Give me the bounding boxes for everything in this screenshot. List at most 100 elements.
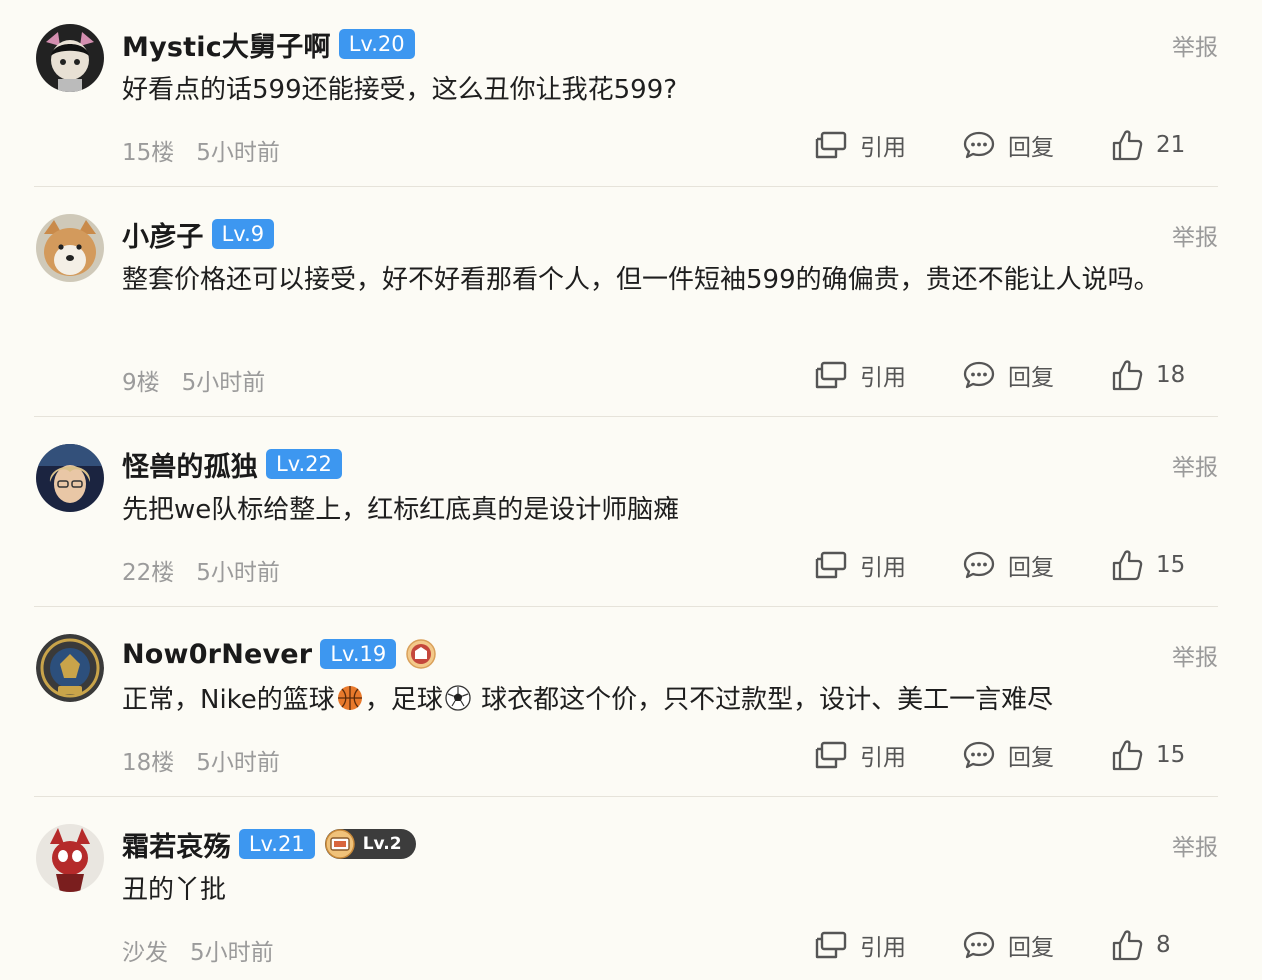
quote-button[interactable]: 引用 xyxy=(814,548,962,582)
quote-button[interactable]: 引用 xyxy=(814,128,962,162)
comment-actions: 引用 回复 18 xyxy=(814,358,1185,392)
avatar[interactable] xyxy=(36,214,104,282)
comment-actions: 引用 回复 8 xyxy=(814,928,1171,962)
quote-icon xyxy=(814,360,848,390)
floor-number: 沙发 xyxy=(122,940,168,966)
quote-button[interactable]: 引用 xyxy=(814,928,962,962)
comment-item: 霜若哀殇 Lv.21 Lv.2 举报 丑的丫批 沙发 5小时前 引用 回复 8 xyxy=(34,800,1218,980)
username[interactable]: Now0rNever xyxy=(122,639,312,670)
like-count: 15 xyxy=(1156,552,1186,578)
timestamp: 5小时前 xyxy=(196,140,280,166)
like-button[interactable]: 21 xyxy=(1110,128,1185,162)
reply-button[interactable]: 回复 xyxy=(962,928,1110,962)
reply-label: 回复 xyxy=(1008,135,1054,161)
report-button[interactable]: 举报 xyxy=(1172,638,1218,672)
like-count: 15 xyxy=(1156,742,1186,768)
quote-button[interactable]: 引用 xyxy=(814,738,962,772)
comment-text: 整套价格还可以接受，好不好看那看个人，但一件短袖599的确偏贵，贵还不能让人说吗… xyxy=(122,265,1160,295)
quote-icon xyxy=(814,550,848,580)
comment-text-part: ，足球 xyxy=(364,685,443,715)
like-count: 21 xyxy=(1156,132,1186,158)
like-button[interactable]: 15 xyxy=(1110,738,1185,772)
timestamp: 5小时前 xyxy=(196,750,280,776)
floor-number: 22楼 xyxy=(122,560,175,586)
floor-number: 15楼 xyxy=(122,140,175,166)
comment-text: 正常，Nike的篮球 ，足球 球衣都这个价，只不过款型，设计、美工一言难尽 xyxy=(122,680,1188,721)
quote-label: 引用 xyxy=(860,555,906,581)
timestamp: 5小时前 xyxy=(181,370,266,396)
quote-label: 引用 xyxy=(860,935,906,961)
avatar[interactable] xyxy=(36,444,104,512)
like-button[interactable]: 18 xyxy=(1110,358,1185,392)
quote-label: 引用 xyxy=(860,745,906,771)
like-count: 18 xyxy=(1156,362,1186,388)
report-button[interactable]: 举报 xyxy=(1172,828,1218,862)
reply-button[interactable]: 回复 xyxy=(962,548,1110,582)
username[interactable]: 霜若哀殇 xyxy=(122,825,231,864)
comment-bubble-icon xyxy=(962,740,996,770)
comment-header: 怪兽的孤独 Lv.22 xyxy=(122,444,342,484)
reply-button[interactable]: 回复 xyxy=(962,738,1110,772)
report-button[interactable]: 举报 xyxy=(1172,218,1218,252)
avatar[interactable] xyxy=(36,824,104,892)
comment-meta: 18楼 5小时前 xyxy=(122,743,280,777)
reply-button[interactable]: 回复 xyxy=(962,128,1110,162)
like-button[interactable]: 8 xyxy=(1110,928,1171,962)
comment-header: Now0rNever Lv.19 xyxy=(122,634,436,674)
thumbs-up-icon xyxy=(1110,548,1144,582)
comment-actions: 引用 回复 21 xyxy=(814,128,1185,162)
quote-icon xyxy=(814,930,848,960)
comment-item: Mystic大舅子啊 Lv.20 举报 好看点的话599还能接受，这么丑你让我花… xyxy=(34,0,1218,187)
comment-meta: 15楼 5小时前 xyxy=(122,133,280,167)
quote-icon xyxy=(814,740,848,770)
comment-bubble-icon xyxy=(962,930,996,960)
floor-number: 18楼 xyxy=(122,750,175,776)
level-badge: Lv.21 xyxy=(238,829,315,859)
comment-meta: 沙发 5小时前 xyxy=(122,933,274,967)
avatar[interactable] xyxy=(36,634,104,702)
thumbs-up-icon xyxy=(1110,738,1144,772)
comment-item: Now0rNever Lv.19 举报 正常，Nike的篮球 ，足球 球衣都这个价… xyxy=(34,610,1218,797)
timestamp: 5小时前 xyxy=(190,940,274,966)
comment-meta: 22楼 5小时前 xyxy=(122,553,280,587)
quote-label: 引用 xyxy=(860,365,906,391)
soccer-ball-emoji xyxy=(445,685,471,711)
username[interactable]: Mystic大舅子啊 xyxy=(122,25,331,64)
comment-text: 丑的丫批 xyxy=(122,875,227,905)
comment-text: 好看点的话599还能接受，这么丑你让我花599? xyxy=(122,75,678,105)
level-badge: Lv.9 xyxy=(211,219,275,249)
comment-actions: 引用 回复 15 xyxy=(814,738,1185,772)
quote-label: 引用 xyxy=(860,135,906,161)
level-badge: Lv.19 xyxy=(320,639,397,669)
comment-text: 先把we队标给整上，红标红底真的是设计师脑瘫 xyxy=(122,495,680,525)
thumbs-up-icon xyxy=(1110,928,1144,962)
comment-actions: 引用 回复 15 xyxy=(814,548,1185,582)
comment-list: Mystic大舅子啊 Lv.20 举报 好看点的话599还能接受，这么丑你让我花… xyxy=(0,0,1262,980)
report-button[interactable]: 举报 xyxy=(1172,448,1218,482)
comment-text-part: 正常，Nike的篮球 xyxy=(122,685,335,715)
comment-bubble-icon xyxy=(962,130,996,160)
avatar[interactable] xyxy=(36,24,104,92)
comment-bubble-icon xyxy=(962,360,996,390)
fan-badge-icon xyxy=(324,829,355,859)
username[interactable]: 怪兽的孤独 xyxy=(122,445,258,484)
reply-label: 回复 xyxy=(1008,365,1054,391)
level-badge: Lv.20 xyxy=(338,29,415,59)
comment-text-part: 球衣都这个价，只不过款型，设计、美工一言难尽 xyxy=(472,685,1054,715)
like-button[interactable]: 15 xyxy=(1110,548,1185,582)
floor-number: 9楼 xyxy=(122,370,160,396)
report-button[interactable]: 举报 xyxy=(1172,28,1218,62)
username[interactable]: 小彦子 xyxy=(122,215,204,254)
thumbs-up-icon xyxy=(1110,128,1144,162)
medal-icon xyxy=(406,639,436,669)
fan-badge: Lv.2 xyxy=(324,829,416,859)
comment-header: 小彦子 Lv.9 xyxy=(122,214,275,254)
reply-label: 回复 xyxy=(1008,555,1054,581)
reply-label: 回复 xyxy=(1008,745,1054,771)
quote-button[interactable]: 引用 xyxy=(814,358,962,392)
comment-item: 怪兽的孤独 Lv.22 举报 先把we队标给整上，红标红底真的是设计师脑瘫 22… xyxy=(34,420,1218,607)
comment-bubble-icon xyxy=(962,550,996,580)
reply-label: 回复 xyxy=(1008,935,1054,961)
level-badge: Lv.22 xyxy=(266,449,342,479)
reply-button[interactable]: 回复 xyxy=(962,358,1110,392)
